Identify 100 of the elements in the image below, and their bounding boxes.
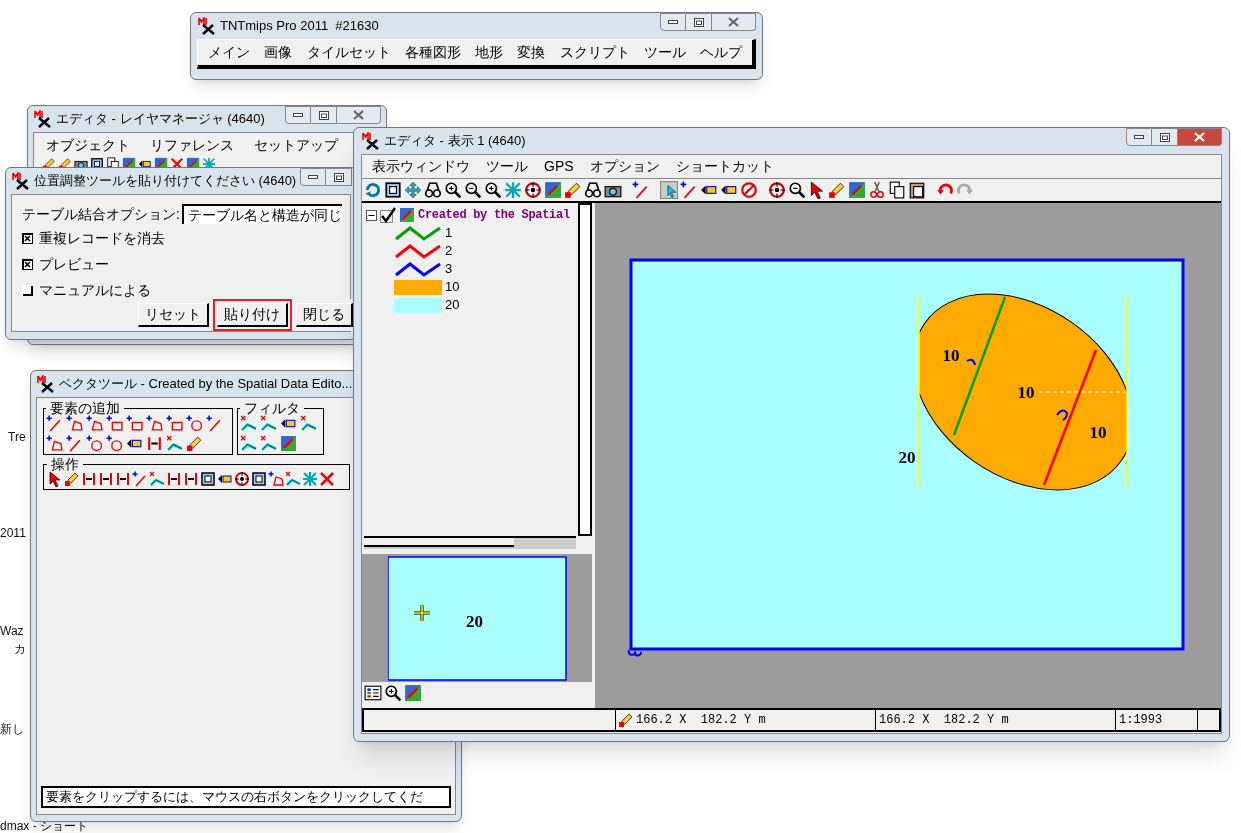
add-line-icon[interactable] xyxy=(66,435,83,452)
menu-item[interactable]: 変換 xyxy=(517,42,546,63)
maximize-button[interactable] xyxy=(686,13,712,31)
zoom-out-icon[interactable] xyxy=(464,181,482,199)
menu-item[interactable]: 画像 xyxy=(264,42,293,63)
minimize-button[interactable] xyxy=(1126,128,1152,146)
zoom-out-icon[interactable] xyxy=(788,181,806,199)
map-layer-icon[interactable] xyxy=(544,181,562,199)
scissors-icon[interactable] xyxy=(868,181,886,199)
add-line-icon[interactable] xyxy=(132,471,148,487)
binoculars-icon[interactable] xyxy=(424,181,442,199)
menu-item[interactable]: 地形 xyxy=(475,42,503,63)
add-rectangle-icon[interactable] xyxy=(166,415,183,432)
prohibited-icon[interactable] xyxy=(740,181,758,199)
menu-item[interactable]: リファレンス xyxy=(150,134,234,156)
square-frame-icon[interactable] xyxy=(251,471,267,487)
add-line-icon[interactable] xyxy=(46,415,63,432)
filter-icon[interactable] xyxy=(240,435,257,452)
node-bar-icon[interactable] xyxy=(146,435,163,452)
horizontal-scrollbar[interactable] xyxy=(364,536,576,549)
menu-item[interactable]: オブジェクト xyxy=(46,134,130,156)
zoom-in-icon[interactable] xyxy=(444,181,462,199)
add-polygon-icon[interactable] xyxy=(46,435,63,452)
checkbox[interactable] xyxy=(22,258,33,270)
node-bar-icon[interactable] xyxy=(81,471,97,487)
add-line-icon[interactable] xyxy=(206,415,223,432)
add-rectangle-icon[interactable] xyxy=(106,415,123,432)
pointer-icon[interactable] xyxy=(47,471,63,487)
filter-icon[interactable] xyxy=(260,415,277,432)
overview-map[interactable] xyxy=(387,556,567,681)
add-polygon-icon[interactable] xyxy=(146,415,163,432)
map-layer-icon[interactable] xyxy=(280,435,297,452)
filter-icon[interactable] xyxy=(240,415,257,432)
pointer-icon[interactable] xyxy=(808,181,826,199)
square-frame-icon[interactable] xyxy=(384,181,402,199)
binoculars-icon[interactable] xyxy=(584,181,602,199)
checkbox[interactable] xyxy=(22,284,33,296)
zoom-in-icon[interactable] xyxy=(384,684,402,702)
zoom-in-icon[interactable] xyxy=(484,181,502,199)
add-rectangle-icon[interactable] xyxy=(126,415,143,432)
delete-icon[interactable] xyxy=(319,471,335,487)
menu-item[interactable]: メイン xyxy=(208,42,250,63)
map-layer-icon[interactable] xyxy=(848,181,866,199)
minimize-button[interactable] xyxy=(300,168,327,186)
target-icon[interactable] xyxy=(234,471,250,487)
legend-list-icon[interactable] xyxy=(364,684,382,702)
filter-icon[interactable] xyxy=(166,435,183,452)
maximize-button[interactable] xyxy=(311,106,337,124)
menu-item[interactable]: オプション xyxy=(589,156,660,177)
pencil-icon[interactable] xyxy=(828,181,846,199)
node-bar-icon[interactable] xyxy=(115,471,131,487)
join-option-field[interactable]: テーブル名と構造が同じ xyxy=(181,204,342,224)
minimize-button[interactable] xyxy=(660,13,686,31)
add-line-icon[interactable] xyxy=(632,181,650,199)
maximize-button[interactable] xyxy=(1152,128,1178,146)
menu-item[interactable]: スクリプト xyxy=(559,42,630,63)
move-arrows-icon[interactable] xyxy=(404,181,422,199)
copy-icon[interactable] xyxy=(888,181,906,199)
menu-item[interactable]: ツール xyxy=(643,42,686,63)
close-button[interactable] xyxy=(712,13,756,31)
menu-item[interactable]: タイルセット xyxy=(306,42,391,63)
pencil-icon[interactable] xyxy=(64,471,80,487)
vertical-scrollbar[interactable] xyxy=(578,203,592,536)
map-canvas[interactable]: 10 10 10 20 xyxy=(595,203,1221,708)
checkbox[interactable] xyxy=(22,232,33,244)
map-layer-icon[interactable] xyxy=(404,684,422,702)
target-icon[interactable] xyxy=(768,181,786,199)
filter-icon[interactable] xyxy=(285,471,301,487)
filter-icon[interactable] xyxy=(149,471,165,487)
close-button[interactable] xyxy=(1178,128,1222,146)
pencil-icon[interactable] xyxy=(564,181,582,199)
maximize-button[interactable] xyxy=(326,168,353,186)
filter-icon[interactable] xyxy=(300,415,317,432)
target-icon[interactable] xyxy=(524,181,542,199)
minimize-button[interactable] xyxy=(285,106,311,124)
menu-item[interactable]: GPS xyxy=(544,156,574,177)
clipboard-icon[interactable] xyxy=(908,181,926,199)
node-bar-icon[interactable] xyxy=(166,471,182,487)
select-cursor-icon[interactable] xyxy=(660,181,678,199)
pencil-icon[interactable] xyxy=(186,435,203,452)
add-polygon-icon[interactable] xyxy=(86,415,103,432)
square-frame-icon[interactable] xyxy=(200,471,216,487)
add-circle-icon[interactable] xyxy=(186,415,203,432)
menu-item[interactable]: ツール xyxy=(486,156,528,177)
close-button[interactable] xyxy=(337,106,381,124)
node-bar-icon[interactable] xyxy=(98,471,114,487)
add-circle-icon[interactable] xyxy=(86,435,103,452)
refresh-icon[interactable] xyxy=(364,181,382,199)
tree-toggle[interactable] xyxy=(366,209,377,221)
add-polygon-icon[interactable] xyxy=(66,415,83,432)
add-polygon-icon[interactable] xyxy=(268,471,284,487)
add-circle-icon[interactable] xyxy=(106,435,123,452)
menu-item[interactable]: 各種図形 xyxy=(404,42,461,63)
layer-checkbox[interactable] xyxy=(380,207,396,223)
menu-item[interactable]: ショートカット xyxy=(675,156,774,177)
add-line-icon[interactable] xyxy=(680,181,698,199)
filter-icon[interactable] xyxy=(260,435,277,452)
node-bar-icon[interactable] xyxy=(183,471,199,487)
menu-item[interactable]: 表示ウィンドウ xyxy=(372,156,470,177)
menu-item[interactable]: セットアップ xyxy=(254,134,338,156)
